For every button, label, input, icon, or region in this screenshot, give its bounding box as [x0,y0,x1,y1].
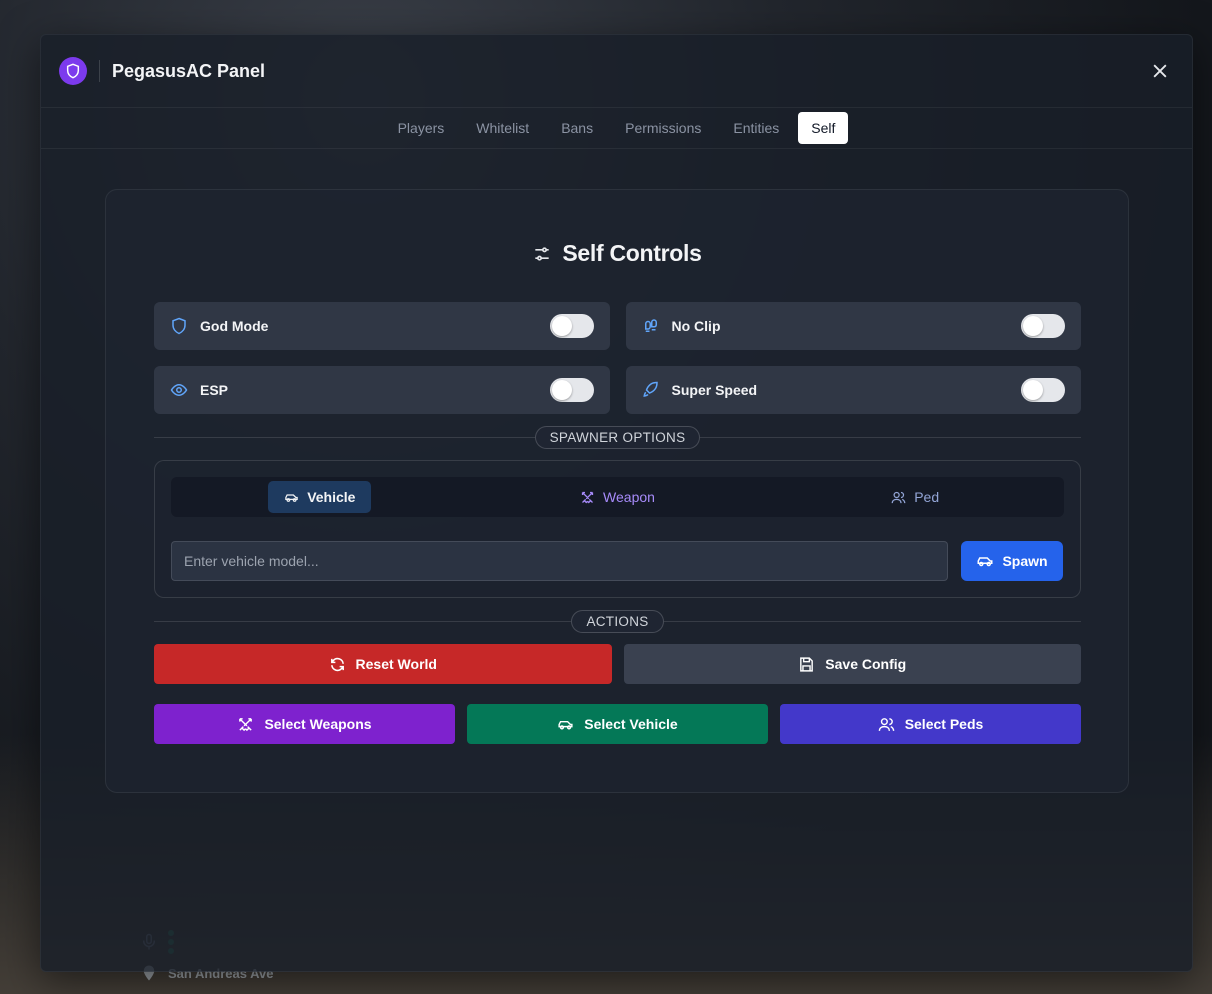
select-weapons-button[interactable]: Select Weapons [154,704,455,744]
app-logo [59,57,87,85]
spawner-tab-weapon[interactable]: Weapon [469,477,767,517]
esp-toggle[interactable] [549,378,594,402]
tab-self[interactable]: Self [798,112,849,144]
tab-entities[interactable]: Entities [720,112,792,144]
spawner-tab-ped-label: Ped [914,489,940,505]
close-button[interactable] [1146,57,1174,85]
spawner-tab-weapon-label: Weapon [603,489,655,505]
sliders-icon [535,246,550,261]
close-icon [1153,64,1167,78]
toggle-row-1: God Mode No Clip [154,302,1081,350]
toggle-knob [1023,316,1043,336]
spawn-button[interactable]: Spawn [961,541,1063,581]
no-clip-toggle[interactable] [1021,314,1065,338]
spawner-tab-ped-inner: Ped [875,481,955,513]
rocket-icon [642,381,658,397]
select-vehicle-label: Select Vehicle [584,716,678,732]
spawner-panel: Vehicle Weapon Ped Enter vehicle model..… [154,460,1081,598]
reset-world-label: Reset World [355,656,437,672]
admin-panel: PegasusAC Panel Players Whitelist Bans P… [40,34,1193,972]
toggle-card-super-speed: Super Speed [625,366,1081,414]
users-icon [891,491,906,503]
god-mode-toggle[interactable] [549,314,594,338]
swords-icon [581,491,594,503]
tab-players[interactable]: Players [385,112,458,144]
actions-divider: ACTIONS [154,609,1081,633]
toggle-row-2: ESP Super Speed [154,366,1081,414]
toggle-card-no-clip: No Clip [625,302,1081,350]
toggle-knob [551,316,572,336]
no-clip-label: No Clip [671,318,721,334]
actions-row-1: Reset World Save Config [154,644,1081,684]
swords-icon [239,717,253,731]
spawn-button-label: Spawn [1002,553,1048,569]
super-speed-label: Super Speed [671,382,758,398]
actions-row-2: Select Weapons Select Vehicle Select Ped… [154,704,1081,744]
refresh-icon [330,657,344,671]
actions-section-label: ACTIONS [571,609,664,633]
footprints-icon [644,319,657,332]
select-weapons-label: Select Weapons [264,716,372,732]
esp-label: ESP [200,382,229,398]
select-peds-button[interactable]: Select Peds [780,704,1081,744]
super-speed-toggle[interactable] [1021,378,1065,402]
select-vehicle-button[interactable]: Select Vehicle [467,704,768,744]
spawner-tab-vehicle-inner: Vehicle [268,481,372,513]
select-peds-label: Select Peds [904,716,984,732]
reset-world-button[interactable]: Reset World [154,644,612,684]
car-icon [285,493,298,502]
users-icon [878,717,894,731]
main-tabs: Players Whitelist Bans Permissions Entit… [41,108,1192,149]
toggle-card-god-mode: God Mode [154,302,610,350]
toggle-knob [1023,380,1043,400]
save-icon [800,656,814,672]
eye-icon [170,383,188,397]
self-controls-title: Self Controls [562,240,702,266]
spawner-tabs: Vehicle Weapon Ped [171,477,1064,517]
self-controls-heading: Self Controls [106,240,1128,267]
shield-logo-icon [66,63,80,79]
tab-whitelist[interactable]: Whitelist [463,112,542,144]
save-config-button[interactable]: Save Config [623,644,1081,684]
tab-bans[interactable]: Bans [548,112,606,144]
god-mode-label: God Mode [200,318,269,334]
self-controls-card: Self Controls God Mode No Clip ESP Super… [105,189,1129,793]
toggle-knob [551,380,572,400]
spawner-tab-ped[interactable]: Ped [766,477,1064,517]
panel-title: PegasusAC Panel [112,60,266,81]
car-icon [558,720,573,729]
spawner-tab-weapon-inner: Weapon [564,481,671,513]
spawner-section-label: SPAWNER OPTIONS [534,425,701,449]
car-icon [977,557,993,567]
spawner-tab-vehicle-label: Vehicle [307,489,356,505]
spawner-divider: SPAWNER OPTIONS [154,425,1081,449]
panel-header: PegasusAC Panel [41,35,1192,108]
shield-icon [172,317,186,335]
header-separator [99,60,100,82]
tab-permissions[interactable]: Permissions [612,112,714,144]
toggle-card-esp: ESP [154,366,610,414]
vehicle-model-input[interactable] [171,541,948,581]
spawner-tab-vehicle[interactable]: Vehicle [171,477,469,517]
save-config-label: Save Config [825,656,907,672]
